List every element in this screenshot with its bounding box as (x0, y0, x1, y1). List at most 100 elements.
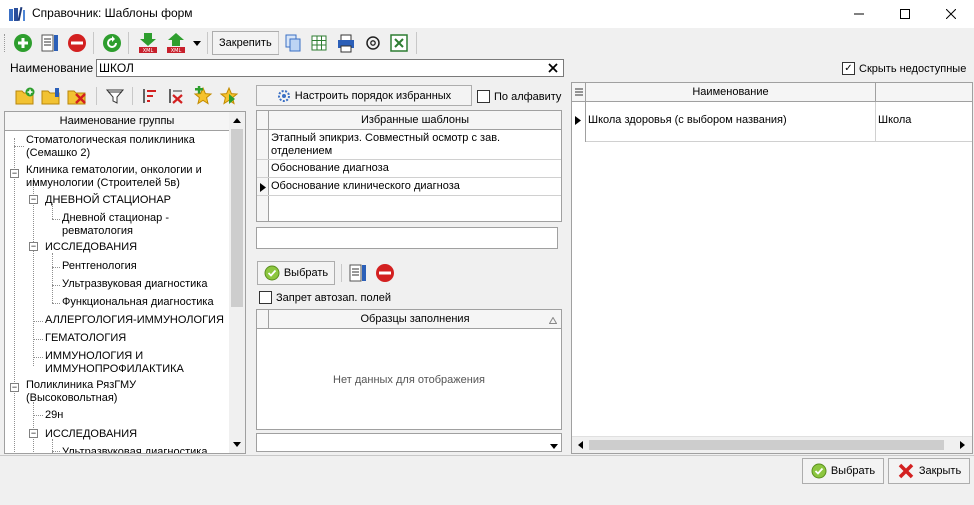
add-button[interactable] (11, 31, 35, 55)
tree-item[interactable]: Ультразвуковая диагностика (62, 446, 207, 453)
result-row-name[interactable]: Школа здоровья (с выбором названия) (586, 102, 876, 142)
export-dropdown-button[interactable] (191, 36, 203, 50)
tree-item[interactable]: Ультразвуковая диагностика (62, 278, 207, 291)
title-bar: Справочник: Шаблоны форм (0, 0, 974, 28)
close-icon (946, 9, 956, 19)
hide-unavailable-option: ✓ Скрыть недоступные (842, 62, 966, 75)
tree-item[interactable]: ДНЕВНОЙ СТАЦИОНАР (45, 194, 171, 207)
no-autofill-checkbox[interactable] (259, 291, 272, 304)
tree-line (33, 339, 43, 340)
favorite-row[interactable]: Обоснование диагноза (269, 160, 561, 178)
edit-button[interactable] (38, 31, 62, 55)
sort-button[interactable] (138, 85, 160, 107)
samples-header-label: Образцы заполнения (360, 313, 470, 325)
tree-collapse-toggle[interactable]: − (10, 169, 19, 178)
tree-item[interactable]: ИММУНОЛОГИЯ И ИММУНОПРОФИЛАКТИКА (45, 350, 205, 376)
tree-line (33, 178, 34, 366)
maximize-button[interactable] (882, 0, 928, 28)
favorite-row[interactable]: Этапный эпикриз. Совместный осмотр с зав… (269, 130, 561, 160)
delete-group-button[interactable] (66, 85, 88, 107)
triangle-right-icon (575, 116, 581, 125)
tree-collapse-toggle[interactable]: − (29, 242, 38, 251)
tree-item[interactable]: Клиника гематологии, онкологии и иммунол… (26, 164, 226, 190)
import-xml-button[interactable]: XML (136, 31, 160, 55)
favorite-move-button[interactable] (218, 85, 240, 107)
tree-item[interactable]: ГЕМАТОЛОГИЯ (45, 332, 126, 345)
favorites-note-field[interactable] (256, 227, 558, 249)
tree-item[interactable]: Дневной стационар - ревматология (62, 212, 222, 238)
alphabetical-checkbox[interactable] (477, 90, 490, 103)
tree-item[interactable]: 29н (45, 409, 63, 422)
pin-button[interactable]: Закрепить (212, 31, 279, 55)
add-favorite-button[interactable] (192, 85, 214, 107)
chevron-up-icon (233, 117, 241, 123)
hide-unavailable-checkbox[interactable]: ✓ (842, 62, 855, 75)
results-horizontal-scrollbar[interactable] (572, 436, 972, 453)
tree-item[interactable]: ИССЛЕДОВАНИЯ (45, 428, 137, 441)
excel-icon (390, 34, 408, 52)
result-row-group[interactable]: Школа (876, 102, 972, 142)
tree-item[interactable]: Поликлиника РязГМУ (Высоковольтная) (26, 379, 226, 405)
edit-folder-icon (41, 88, 60, 105)
footer-close-button[interactable]: Закрыть (888, 458, 970, 484)
table-button[interactable] (307, 31, 331, 55)
scroll-thumb[interactable] (231, 129, 243, 307)
delete-button[interactable] (65, 31, 89, 55)
tree-item[interactable]: АЛЛЕРГОЛОГИЯ-ИММУНОЛОГИЯ (45, 314, 224, 327)
export-xml-button[interactable]: XML (164, 31, 188, 55)
edit-group-button[interactable] (40, 85, 62, 107)
filter-button[interactable] (104, 85, 126, 107)
scroll-up-arrow[interactable] (229, 112, 245, 128)
samples-filter-dropdown[interactable] (256, 433, 562, 452)
toolbar-separator (96, 87, 97, 105)
toolbar-separator (132, 87, 133, 105)
samples-grid: Образцы заполнения Нет данных для отобра… (256, 309, 562, 430)
groups-column-header[interactable]: Наименование группы (5, 112, 229, 131)
chevron-right-icon (959, 441, 965, 449)
delete-sample-button[interactable] (374, 262, 396, 284)
tree-item[interactable]: Стоматологическая поликлиника (Семашко 2… (26, 134, 226, 160)
tree-item[interactable]: Функциональная диагностика (62, 296, 214, 309)
tree-collapse-toggle[interactable]: − (10, 383, 19, 392)
favorites-column-header[interactable]: Избранные шаблоны (269, 111, 561, 130)
results-name-column-header[interactable]: Наименование (586, 83, 876, 102)
refresh-button[interactable] (100, 31, 124, 55)
add-group-button[interactable] (14, 85, 36, 107)
print-button[interactable] (334, 31, 358, 55)
footer-select-button[interactable]: Выбрать (802, 458, 884, 484)
svg-text:XML: XML (171, 48, 182, 54)
excel-button[interactable] (387, 31, 411, 55)
configure-favorites-button[interactable]: Настроить порядок избранных (256, 85, 472, 106)
at-sign-button[interactable] (361, 31, 385, 55)
no-autofill-option: Запрет автозап. полей (259, 291, 391, 304)
minimize-button[interactable] (836, 0, 882, 28)
row-divider (257, 177, 269, 178)
scroll-down-arrow[interactable] (229, 436, 245, 452)
close-window-button[interactable] (928, 0, 974, 28)
toolbar-grip (4, 34, 7, 52)
footer-close-label: Закрыть (918, 465, 962, 477)
groups-scrollbar[interactable] (229, 112, 245, 453)
groups-tree-panel: Наименование группы − − − − − Стоматолог… (4, 111, 246, 454)
edit-sample-button[interactable] (347, 262, 369, 284)
tree-collapse-toggle[interactable]: − (29, 429, 38, 438)
scroll-left-arrow[interactable] (572, 437, 588, 453)
tree-item[interactable]: Рентгенология (62, 260, 137, 273)
tree-item[interactable]: ИССЛЕДОВАНИЯ (45, 241, 137, 254)
samples-column-header[interactable]: Образцы заполнения (269, 310, 561, 329)
column-chooser-button[interactable] (572, 83, 586, 102)
clear-search-button[interactable] (545, 60, 561, 76)
results-group-column-header[interactable] (876, 83, 972, 102)
copy-button[interactable] (281, 31, 305, 55)
favorite-row[interactable]: Обоснование клинического диагноза (269, 178, 561, 196)
clear-sort-button[interactable] (164, 85, 186, 107)
scroll-right-arrow[interactable] (954, 437, 970, 453)
star-add-icon (193, 86, 213, 105)
tree-collapse-toggle[interactable]: − (29, 195, 38, 204)
star-arrow-icon (219, 86, 239, 105)
scroll-thumb[interactable] (589, 440, 944, 450)
search-input[interactable] (97, 60, 537, 76)
clear-sort-icon (169, 89, 183, 104)
select-sample-button[interactable]: Выбрать (257, 261, 335, 285)
header-divider (257, 129, 269, 130)
